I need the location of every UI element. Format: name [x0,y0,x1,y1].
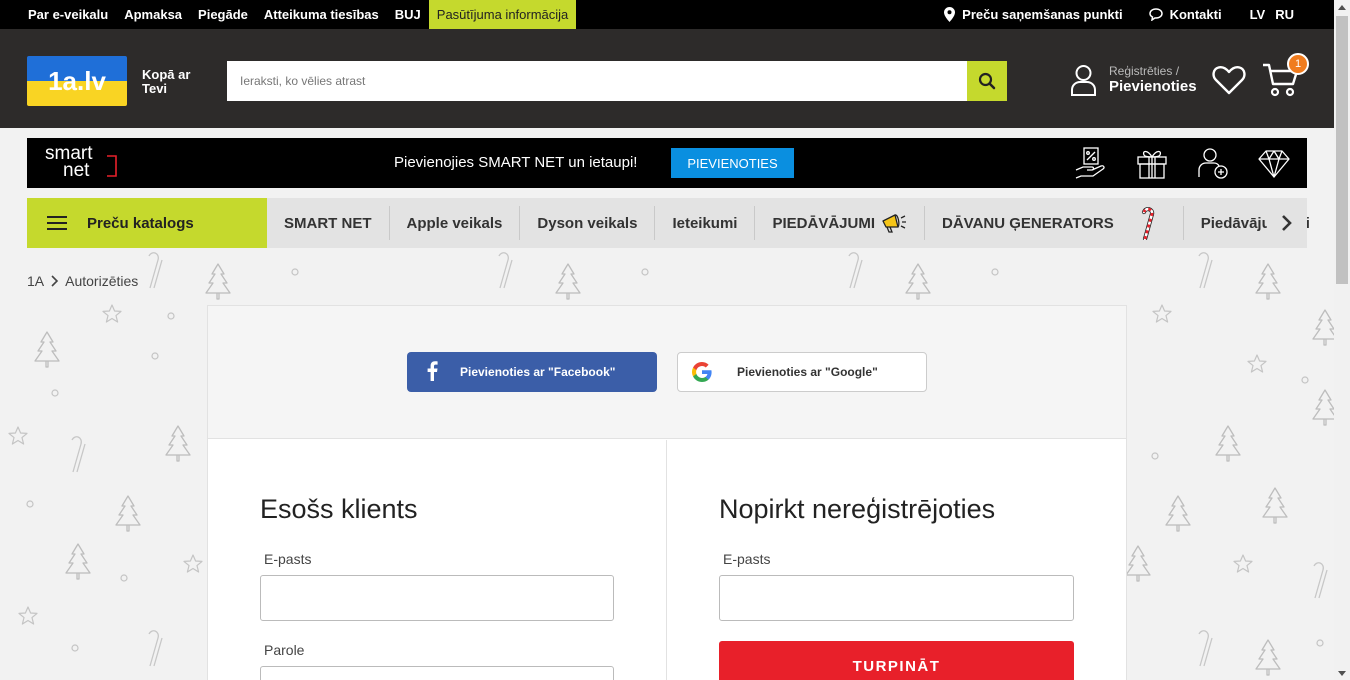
scroll-down-arrow[interactable] [1334,666,1350,680]
continue-button[interactable]: TURPINĀT [719,641,1074,680]
breadcrumb-current: Autorizēties [65,273,139,289]
login-card: Pievienoties ar "Facebook" Pievienoties … [207,305,1127,680]
nav-scroll-next-button[interactable] [1267,198,1307,248]
user-plus-icon[interactable] [1196,146,1230,180]
account-link[interactable]: Reģistrēties / Pievienoties [1070,64,1197,96]
guest-checkout-title: Nopirkt nereģistrējoties [719,494,996,524]
candy-cane-icon [1141,207,1154,240]
search-button[interactable] [967,61,1007,101]
nav-item-label: Dyson veikals [537,214,638,232]
existing-email-label: E-pasts [264,551,312,567]
smartnet-logo[interactable]: smart net [45,144,93,181]
google-login-button[interactable]: Pievienoties ar "Google" [677,352,927,392]
google-icon [692,362,712,382]
existing-customer-column: Esošs klients E-pasts Parole [208,440,667,680]
nav-item-offers[interactable]: PIEDĀVĀJUMI [755,206,926,240]
chevron-right-icon [1282,215,1292,231]
google-login-label: Pievienoties ar "Google" [737,365,878,379]
nav-item-apple[interactable]: Apple veikals [390,206,521,240]
top-utility-bar: Par e-veikalu Apmaksa Piegāde Atteikuma … [0,0,1334,29]
nav-item-label: Ieteikumi [672,214,738,232]
smartnet-banner: smart net Pievienojies SMART NET un ieta… [27,138,1307,188]
cart-button[interactable]: 1 [1262,53,1309,103]
page-scrollbar[interactable] [1334,0,1350,680]
tagline: Kopā ar Tevi [142,67,191,96]
smartnet-logo-bottom: net [63,160,90,181]
existing-email-field[interactable] [260,575,614,621]
logo-text: 1a.lv [48,66,106,96]
top-link-delivery[interactable]: Piegāde [190,0,256,29]
facebook-login-label: Pievienoties ar "Facebook" [460,365,616,379]
smartnet-join-button[interactable]: PIEVIENOTIES [671,148,794,178]
facebook-icon [427,360,438,381]
breadcrumb: 1A Autorizēties [27,273,138,289]
catalog-button[interactable]: Preču katalogs [27,198,267,248]
login-label: Pievienoties [1109,78,1197,95]
wishlist-button[interactable] [1212,65,1246,100]
pickup-points-label: Preču saņemšanas punkti [962,7,1123,22]
top-link-about[interactable]: Par e-veikalu [20,0,116,29]
top-link-faq[interactable]: BUJ [387,0,429,29]
nav-item-gift-generator[interactable]: DĀVANU ĢENERATORS [925,206,1184,240]
smartnet-promo-text: Pievienojies SMART NET un ietaupi! [394,154,638,171]
breadcrumb-home[interactable]: 1A [27,273,44,289]
password-label: Parole [264,642,305,658]
chat-bubble-icon [1148,8,1163,21]
contacts-link[interactable]: Kontakti [1148,7,1222,22]
cart-count-badge: 1 [1287,53,1309,75]
scrollbar-thumb[interactable] [1336,16,1348,284]
category-nav: Preču katalogs SMART NET Apple veikals D… [27,198,1310,248]
discount-hand-icon[interactable] [1074,146,1108,180]
diamond-icon[interactable] [1257,146,1291,180]
location-pin-icon [944,7,956,22]
nav-item-label: SMART NET [284,214,372,232]
facebook-login-button[interactable]: Pievienoties ar "Facebook" [407,352,657,392]
nav-item-label: DĀVANU ĢENERATORS [942,214,1114,232]
gift-icon[interactable] [1135,146,1169,180]
nav-item-label: Apple veikals [406,214,503,232]
search-icon [978,72,996,90]
user-icon [1071,65,1096,96]
smartnet-benefit-icons [1047,146,1291,180]
guest-email-field[interactable] [719,575,1074,621]
top-link-payment[interactable]: Apmaksa [116,0,190,29]
nav-item-label: PIEDĀVĀJUMI [772,214,876,232]
smartnet-logo-mark [107,155,117,177]
top-link-order-info[interactable]: Pasūtījuma informācija [428,0,577,29]
guest-email-label: E-pasts [723,551,771,567]
guest-checkout-column: Nopirkt nereģistrējoties E-pasts TURPINĀ… [667,440,1126,680]
heart-icon [1212,66,1246,95]
lang-lv[interactable]: LV [1250,7,1266,22]
nav-item-recommendations[interactable]: Ieteikumi [655,206,756,240]
nav-items: SMART NET Apple veikals Dyson veikals Ie… [267,198,1327,248]
register-label: Reģistrēties / [1109,64,1180,78]
megaphone-icon [882,214,907,233]
pickup-points-link[interactable]: Preču saņemšanas punkti [944,7,1123,22]
top-link-withdrawal-rights[interactable]: Atteikuma tiesības [256,0,387,29]
nav-item-smart-net[interactable]: SMART NET [267,206,390,240]
top-right-links: Preču saņemšanas punkti Kontakti LV RU [918,0,1294,29]
search-bar [227,61,1007,101]
hamburger-icon [47,216,67,230]
chevron-right-icon [51,275,59,287]
main-header: 1a.lv Kopā ar Tevi Reģistrēties / Pievie… [0,29,1334,128]
contacts-label: Kontakti [1169,7,1222,22]
existing-customer-title: Esošs klients [260,494,418,524]
catalog-label: Preču katalogs [87,214,194,232]
password-field[interactable] [260,666,614,680]
top-links: Par e-veikalu Apmaksa Piegāde Atteikuma … [0,0,577,29]
lang-ru[interactable]: RU [1275,7,1294,22]
nav-item-dyson[interactable]: Dyson veikals [520,206,656,240]
social-login-section: Pievienoties ar "Facebook" Pievienoties … [208,306,1126,439]
site-logo[interactable]: 1a.lv [27,56,127,106]
search-input[interactable] [227,61,967,101]
scroll-up-arrow[interactable] [1334,0,1350,14]
